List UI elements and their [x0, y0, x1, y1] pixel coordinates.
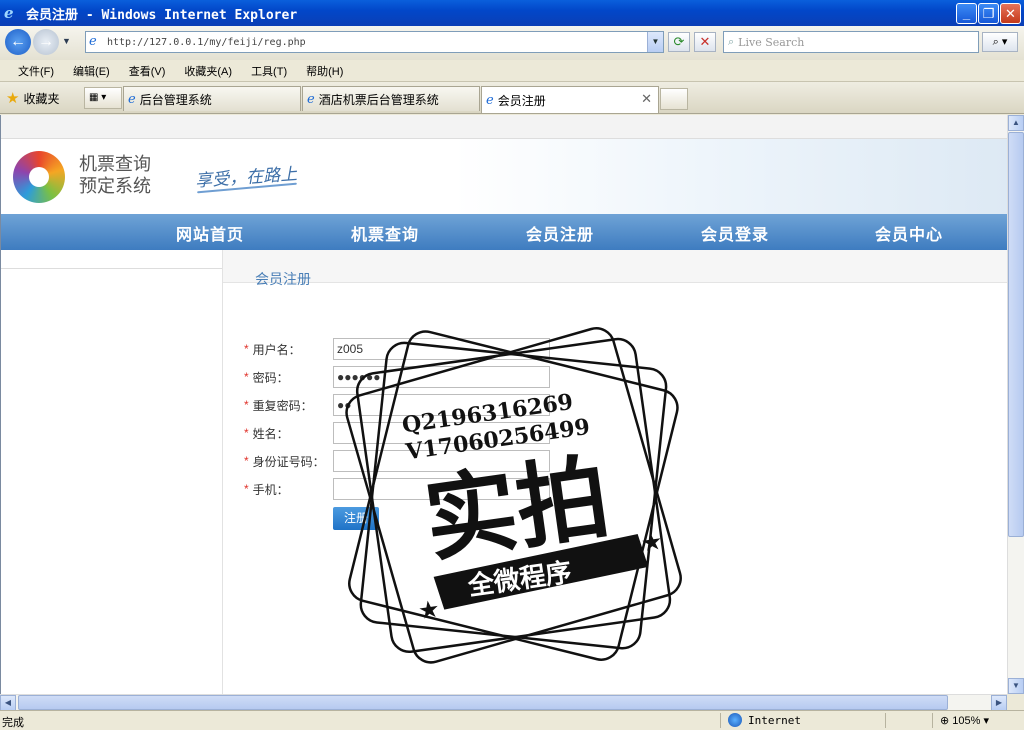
security-zone[interactable]: Internet [728, 713, 801, 727]
left-sidebar [1, 250, 223, 694]
nav-register[interactable]: 会员注册 [526, 221, 594, 245]
refresh-button[interactable]: ⟳ [668, 32, 690, 52]
zoom-level: 105% [952, 715, 981, 727]
nav-home[interactable]: 网站首页 [176, 221, 244, 245]
zoom-control[interactable]: ⊕ 105% ▾ [940, 714, 989, 727]
quick-tabs-button[interactable]: ▦ ▾ [84, 87, 122, 109]
tab-bar: ★ 收藏夹 ▦ ▾ e 后台管理系统 e 酒店机票后台管理系统 e 会员注册 ✕ [0, 82, 1024, 114]
vertical-scrollbar[interactable]: ▲ ▼ [1007, 115, 1024, 694]
form-label-id-number: * 身份证号码： [244, 454, 325, 469]
close-tab-icon[interactable]: ✕ [641, 91, 652, 107]
star-icon: ★ [6, 90, 20, 107]
address-dropdown-button[interactable]: ▼ [647, 32, 663, 52]
page-icon: e [89, 34, 97, 49]
tab-hotel-admin[interactable]: e 酒店机票后台管理系统 [302, 86, 480, 111]
zone-label: Internet [748, 713, 801, 727]
site-header: 机票查询 预定系统 享受，在路上 [1, 139, 1007, 214]
close-window-button[interactable]: ✕ [1000, 3, 1021, 24]
nav-flight-search[interactable]: 机票查询 [351, 221, 419, 245]
ie-logo-icon: e [4, 4, 14, 22]
tab-label: 酒店机票后台管理系统 [318, 92, 439, 107]
back-button[interactable]: ← [5, 29, 31, 55]
favorites-label: 收藏夹 [23, 91, 60, 106]
menu-bar: 文件(F) 编辑(E) 查看(V) 收藏夹(A) 工具(T) 帮助(H) [0, 60, 1024, 82]
section-title: 会员注册 [255, 271, 311, 287]
search-placeholder: Live Search [738, 35, 805, 49]
page-icon: e [128, 91, 136, 107]
favorites-button[interactable]: ★ 收藏夹 [6, 89, 59, 107]
form-label-confirm-password: * 重复密码： [244, 398, 313, 413]
page-icon: e [307, 91, 315, 107]
page-icon: e [486, 92, 494, 108]
search-go-button[interactable]: ⌕ ▾ [982, 32, 1018, 52]
tab-admin[interactable]: e 后台管理系统 [123, 86, 301, 111]
star-icon: ★ [639, 528, 664, 558]
window-titlebar: e 会员注册 - Windows Internet Explorer _ ❐ ✕ [0, 0, 1024, 26]
horizontal-scrollbar[interactable]: ◀ ▶ [0, 694, 1007, 711]
nav-login[interactable]: 会员登录 [701, 221, 769, 245]
site-name-line1: 机票查询 [79, 154, 151, 174]
site-name: 机票查询 预定系统 [79, 153, 151, 197]
tab-label: 会员注册 [497, 93, 546, 108]
form-label-password: * 密码： [244, 370, 289, 385]
scroll-right-button[interactable]: ▶ [991, 695, 1007, 711]
scroll-down-button[interactable]: ▼ [1008, 678, 1024, 694]
zoom-icon: ⊕ [940, 715, 953, 727]
new-tab-button[interactable] [660, 88, 688, 110]
status-text: 完成 [2, 717, 24, 729]
stop-button[interactable]: ✕ [694, 32, 716, 52]
search-box[interactable]: ⌕ Live Search [723, 31, 979, 53]
menu-view[interactable]: 查看(V) [129, 63, 166, 79]
scroll-up-button[interactable]: ▲ [1008, 115, 1024, 131]
vertical-scroll-thumb[interactable] [1008, 132, 1024, 537]
horizontal-scroll-thumb[interactable] [18, 695, 948, 710]
watermark-stamp: Q2196316269 V17060256499 实拍 全微程序 ★ ★ [345, 327, 682, 664]
menu-file[interactable]: 文件(F) [18, 63, 54, 79]
menu-edit[interactable]: 编辑(E) [73, 63, 110, 79]
top-strip [1, 115, 1007, 139]
form-label-name: * 姓名： [244, 426, 289, 441]
navigation-toolbar: ← → ▼ e http://127.0.0.1/my/feiji/reg.ph… [0, 26, 1024, 60]
menu-favorites[interactable]: 收藏夹(A) [184, 63, 232, 79]
site-logo[interactable] [13, 151, 65, 203]
tab-register[interactable]: e 会员注册 ✕ [481, 86, 659, 113]
restore-button[interactable]: ❐ [978, 3, 999, 24]
scroll-left-button[interactable]: ◀ [0, 695, 16, 711]
status-bar: 完成 Internet ⊕ 105% ▾ [0, 710, 1024, 729]
form-label-username: * 用户名： [244, 342, 301, 357]
main-nav: 网站首页 机票查询 会员注册 会员登录 会员中心 [1, 214, 1007, 250]
tab-label: 后台管理系统 [139, 92, 212, 107]
window-title: 会员注册 - Windows Internet Explorer [26, 7, 298, 23]
minimize-button[interactable]: _ [956, 3, 977, 24]
menu-tools[interactable]: 工具(T) [251, 63, 287, 79]
globe-icon [728, 713, 742, 727]
menu-help[interactable]: 帮助(H) [306, 63, 343, 79]
form-label-phone: * 手机： [244, 482, 289, 497]
star-icon: ★ [416, 595, 441, 625]
section-header: 会员注册 [223, 250, 1007, 287]
nav-member-center[interactable]: 会员中心 [875, 221, 943, 245]
page-viewport: 机票查询 预定系统 享受，在路上 网站首页 机票查询 会员注册 会员登录 会员中… [0, 115, 1007, 694]
recent-pages-dropdown[interactable]: ▼ [62, 36, 71, 46]
site-name-line2: 预定系统 [79, 176, 151, 196]
address-bar[interactable]: e http://127.0.0.1/my/feiji/reg.php ▼ [85, 31, 664, 53]
forward-button[interactable]: → [33, 29, 59, 55]
address-url[interactable]: http://127.0.0.1/my/feiji/reg.php [107, 37, 306, 48]
search-icon: ⌕ [728, 35, 735, 48]
